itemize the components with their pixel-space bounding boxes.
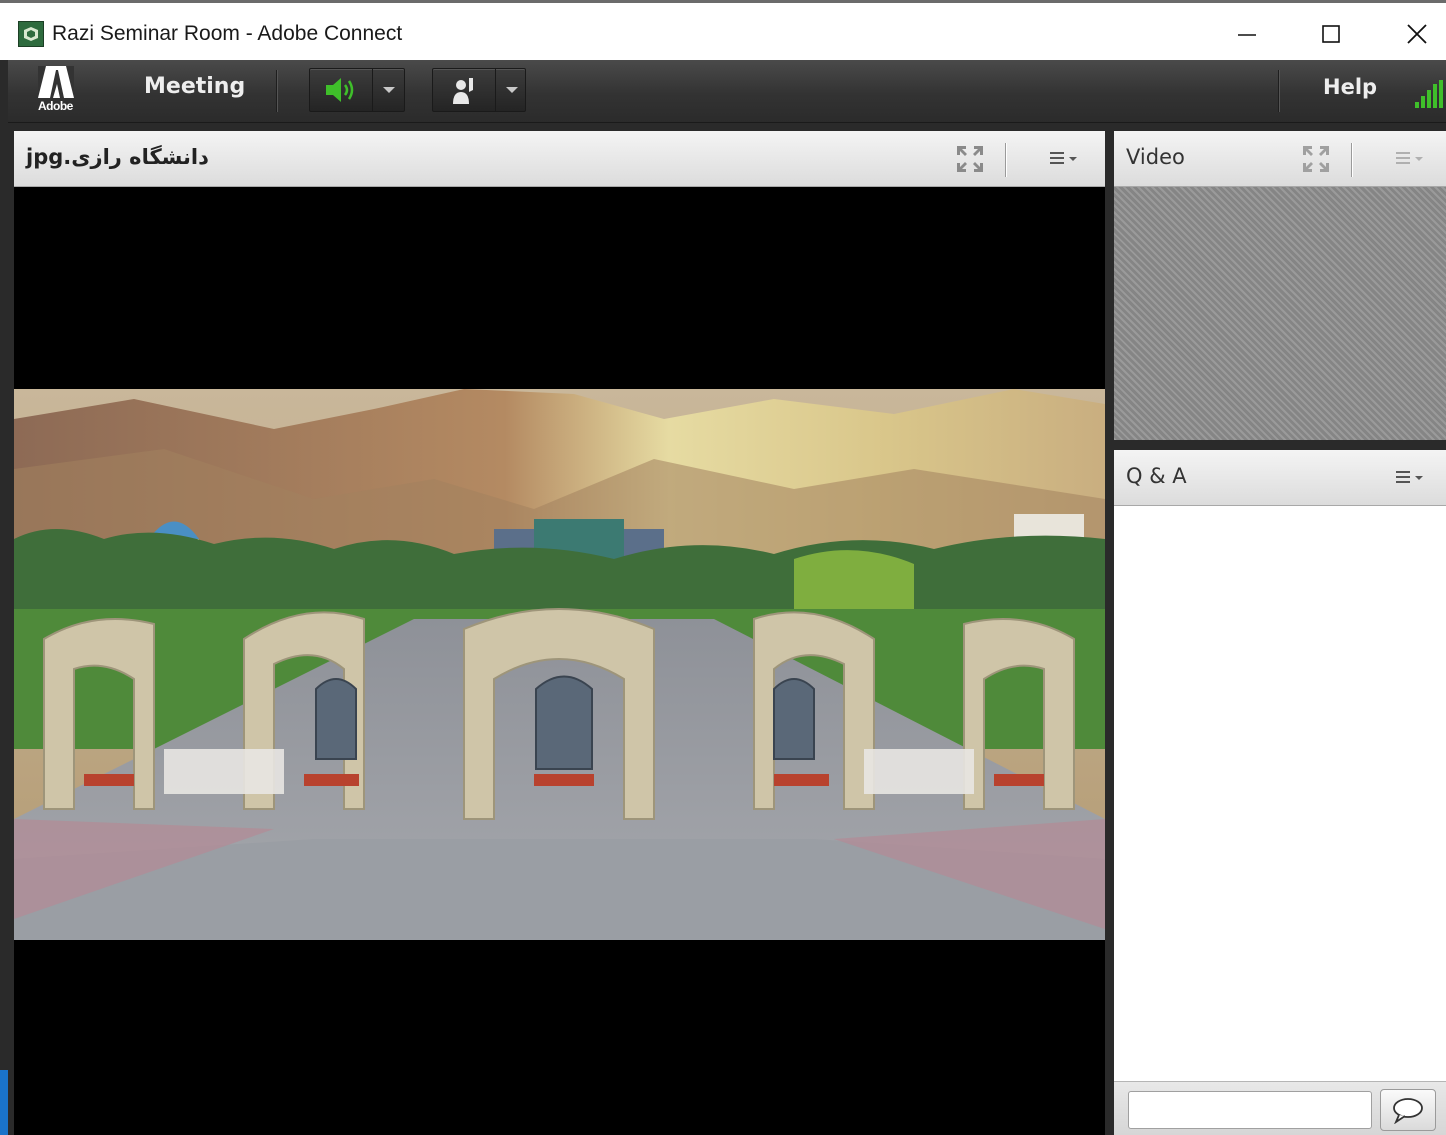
adobe-logo-text: Adobe xyxy=(38,99,73,113)
qa-pod-header: Q & A xyxy=(1114,450,1446,506)
window-titlebar: Razi Seminar Room - Adobe Connect xyxy=(0,0,1446,60)
shared-image xyxy=(14,389,1105,940)
video-pod-body xyxy=(1114,187,1446,440)
qa-message-list xyxy=(1114,506,1446,1081)
video-fullscreen-button[interactable] xyxy=(1300,143,1332,175)
speaker-options-dropdown[interactable] xyxy=(372,69,405,111)
adobe-logo-icon xyxy=(38,66,74,98)
campus-entrance-photo xyxy=(14,389,1105,940)
toolbar-divider xyxy=(1278,70,1279,112)
share-pod-options-menu[interactable] xyxy=(1046,143,1082,175)
adobe-logo: Adobe xyxy=(32,66,82,116)
qa-pod-options-menu[interactable] xyxy=(1392,462,1428,494)
help-menu[interactable]: Help xyxy=(1323,75,1377,99)
fullscreen-button[interactable] xyxy=(954,143,986,175)
maximize-button[interactable] xyxy=(1308,13,1354,55)
minimize-button[interactable] xyxy=(1224,13,1270,55)
speaker-toggle-button[interactable] xyxy=(310,69,372,111)
video-pod-title: Video xyxy=(1126,145,1185,169)
menu-icon xyxy=(1050,152,1077,164)
qa-compose-bar xyxy=(1114,1081,1446,1135)
status-button-group xyxy=(432,68,526,112)
meeting-menu[interactable]: Meeting xyxy=(144,74,245,99)
pod-header-divider xyxy=(1351,143,1352,177)
share-pod: دانشگاه رازی.jpg xyxy=(14,131,1105,1135)
minimize-icon xyxy=(1238,34,1256,36)
qa-send-button[interactable] xyxy=(1380,1089,1436,1131)
speaker-on-icon xyxy=(326,78,354,102)
qa-pod-title: Q & A xyxy=(1126,464,1187,488)
menu-icon xyxy=(1396,152,1423,164)
background-window-edge xyxy=(0,1070,8,1135)
maximize-icon xyxy=(1322,25,1340,43)
fullscreen-icon xyxy=(1303,146,1329,172)
chevron-down-icon xyxy=(506,87,518,93)
meeting-toolbar: Adobe Meeting Help xyxy=(8,60,1446,123)
adobe-connect-window: Razi Seminar Room - Adobe Connect Adobe … xyxy=(0,0,1446,1135)
menu-icon xyxy=(1396,471,1423,483)
qa-question-input[interactable] xyxy=(1128,1091,1372,1129)
fullscreen-icon xyxy=(957,146,983,172)
raise-hand-button[interactable] xyxy=(433,69,495,111)
share-pod-title: دانشگاه رازی.jpg xyxy=(26,145,209,169)
video-pod-header: Video xyxy=(1114,131,1446,187)
raise-hand-icon xyxy=(453,78,473,104)
speech-bubble-icon xyxy=(1393,1098,1423,1124)
status-options-dropdown[interactable] xyxy=(495,69,528,111)
toolbar-divider xyxy=(276,70,277,112)
close-icon xyxy=(1407,24,1427,44)
connection-signal-icon xyxy=(1415,80,1443,108)
window-title: Razi Seminar Room - Adobe Connect xyxy=(52,22,403,45)
chevron-down-icon xyxy=(383,87,395,93)
speaker-button-group xyxy=(309,68,405,112)
video-pod-options-menu[interactable] xyxy=(1392,143,1428,175)
adobe-connect-app-icon xyxy=(18,21,44,47)
share-pod-header: دانشگاه رازی.jpg xyxy=(14,131,1105,187)
pod-header-divider xyxy=(1005,143,1006,177)
close-button[interactable] xyxy=(1394,13,1440,55)
